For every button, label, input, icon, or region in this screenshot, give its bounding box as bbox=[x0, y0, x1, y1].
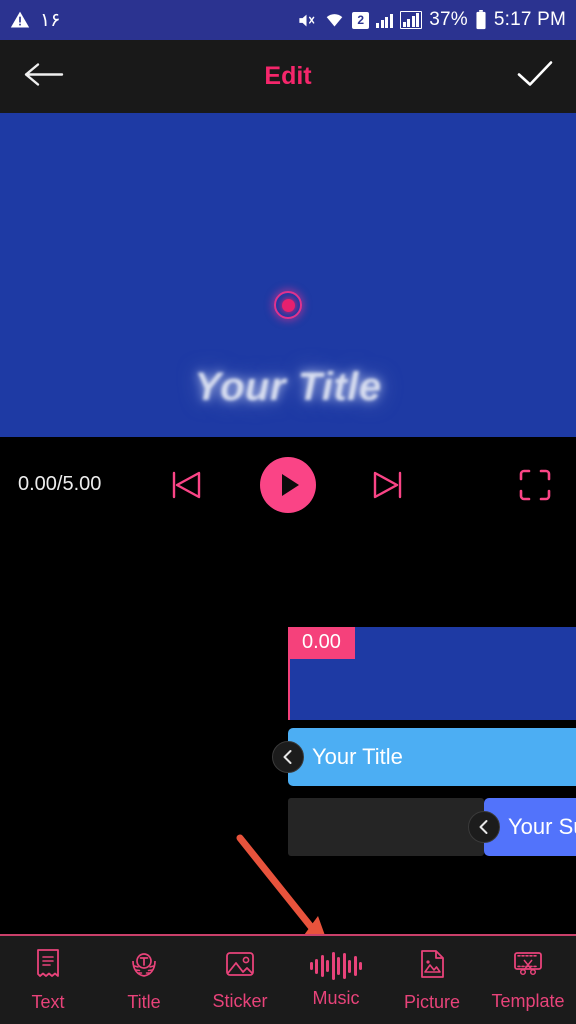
arrow-left-icon[interactable] bbox=[22, 60, 64, 93]
text-document-icon bbox=[33, 948, 63, 985]
app-header: Edit bbox=[0, 40, 576, 113]
play-icon bbox=[281, 473, 299, 496]
track-subtitle-label: Your Su bbox=[508, 814, 576, 839]
title-laurel-icon bbox=[128, 948, 160, 985]
picture-file-icon bbox=[417, 948, 447, 985]
nav-label-sticker: Sticker bbox=[212, 990, 268, 1011]
wifi-icon bbox=[324, 11, 345, 29]
timeline-time-badge: 0.00 bbox=[288, 627, 355, 659]
mute-icon bbox=[296, 11, 317, 30]
battery-icon bbox=[475, 10, 487, 30]
nav-label-title: Title bbox=[127, 991, 161, 1012]
check-icon[interactable] bbox=[516, 59, 554, 94]
player-controls: 0.00/5.00 bbox=[0, 437, 576, 532]
track-title[interactable]: Your Title bbox=[272, 728, 576, 786]
nav-item-text[interactable]: Text bbox=[0, 948, 96, 1013]
track-title-label: Your Title bbox=[312, 744, 403, 769]
record-dot-icon bbox=[274, 291, 302, 319]
nav-item-title[interactable]: Title bbox=[96, 948, 192, 1013]
status-left-number: ۱۶ bbox=[40, 9, 61, 31]
play-button[interactable] bbox=[260, 456, 316, 513]
signal-bars-icon bbox=[376, 13, 393, 28]
track-subtitle-background[interactable] bbox=[288, 798, 484, 856]
status-bar: ۱۶ 2 37% 5:17 PM bbox=[0, 0, 576, 40]
nav-item-sticker[interactable]: Sticker bbox=[192, 949, 288, 1012]
nav-item-template[interactable]: Template bbox=[480, 949, 576, 1012]
bottom-nav: Text Title Sticker Music Picture Templat… bbox=[0, 936, 576, 1024]
time-display: 0.00/5.00 bbox=[18, 473, 102, 495]
warning-triangle-icon bbox=[10, 10, 30, 30]
skip-next-icon[interactable] bbox=[368, 468, 406, 502]
music-waveform-icon bbox=[309, 951, 363, 981]
status-clock: 5:17 PM bbox=[493, 9, 566, 30]
timeline-playhead[interactable] bbox=[288, 627, 290, 720]
nav-label-text: Text bbox=[31, 991, 65, 1012]
nav-label-template: Template bbox=[491, 990, 565, 1011]
sim-badge: 2 bbox=[352, 11, 370, 29]
status-bar-left: ۱۶ bbox=[10, 9, 60, 32]
track-video[interactable]: 0.00 bbox=[288, 627, 576, 720]
app-root: ۱۶ 2 37% 5:17 PM Edit Your Title 0.00/5.… bbox=[0, 0, 576, 1024]
preview-title-text[interactable]: Your Title bbox=[0, 365, 576, 410]
battery-percent: 37% bbox=[429, 9, 468, 30]
signal-bars-boxed-icon bbox=[399, 11, 423, 29]
nav-label-picture: Picture bbox=[403, 991, 461, 1012]
fullscreen-icon[interactable] bbox=[518, 468, 552, 502]
video-preview-canvas[interactable]: Your Title bbox=[0, 113, 576, 437]
timeline-area[interactable]: 0.00 Your Title Your Su bbox=[0, 532, 576, 913]
sticker-image-icon bbox=[224, 949, 256, 984]
nav-label-music: Music bbox=[312, 988, 360, 1008]
chevron-left-icon[interactable] bbox=[272, 741, 304, 773]
page-title: Edit bbox=[264, 62, 312, 90]
nav-item-music[interactable]: Music bbox=[288, 951, 384, 1009]
nav-item-picture[interactable]: Picture bbox=[384, 948, 480, 1013]
skip-previous-icon[interactable] bbox=[168, 468, 206, 502]
chevron-left-icon[interactable] bbox=[468, 811, 500, 843]
track-subtitle[interactable]: Your Su bbox=[468, 798, 576, 856]
status-bar-right: 2 37% 5:17 PM bbox=[296, 9, 566, 31]
template-filmstrip-icon bbox=[512, 949, 544, 984]
